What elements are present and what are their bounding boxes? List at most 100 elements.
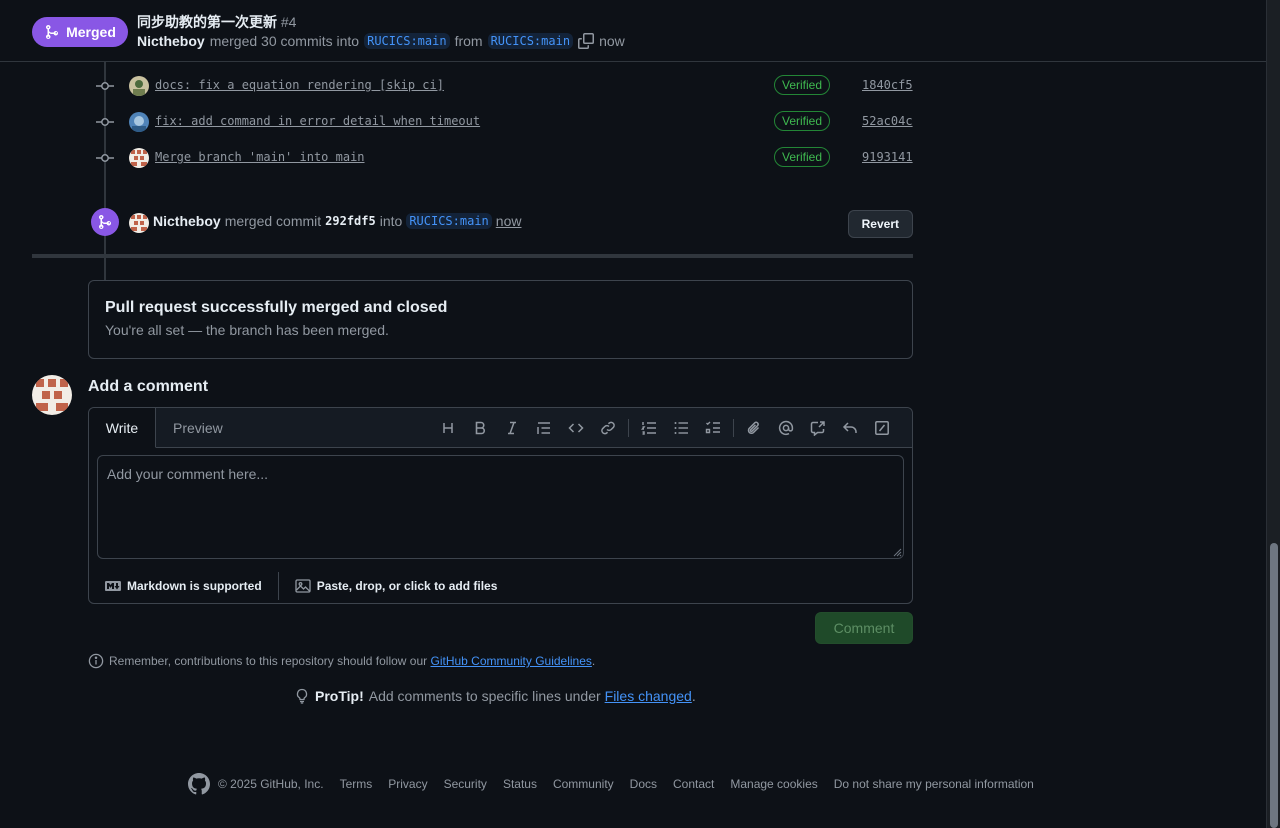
pr-author[interactable]: Nictheboy — [137, 33, 205, 49]
commit-row: Merge branch 'main' into main Verified 9… — [96, 146, 914, 170]
reply-icon[interactable] — [834, 418, 866, 438]
merge-branch[interactable]: RUCICS:main — [406, 213, 492, 229]
guidelines-link[interactable]: GitHub Community Guidelines — [431, 654, 592, 668]
slash-command-icon[interactable] — [866, 418, 898, 438]
footer-link-security[interactable]: Security — [444, 777, 487, 791]
guidelines-text: Remember, contributions to this reposito… — [109, 654, 428, 668]
comment-submit-button[interactable]: Comment — [815, 612, 913, 644]
git-commit-icon — [96, 154, 114, 162]
merge-event-text: Nictheboy merged commit 292fdf5 into RUC… — [153, 213, 521, 229]
git-merge-icon — [91, 208, 119, 236]
link-icon[interactable] — [592, 418, 624, 438]
protip-end: . — [691, 688, 696, 704]
commit-row: fix: add command in error detail when ti… — [96, 110, 914, 134]
light-bulb-icon — [296, 688, 308, 704]
verified-badge[interactable]: Verified — [774, 111, 831, 131]
guidelines-note: Remember, contributions to this reposito… — [88, 653, 595, 669]
commit-row: docs: fix a equation rendering [skip ci]… — [96, 74, 914, 98]
git-commit-icon — [96, 118, 114, 126]
github-logo-icon[interactable] — [188, 773, 210, 795]
merge-commit-sha[interactable]: 292fdf5 — [325, 214, 376, 228]
merge-time[interactable]: now — [496, 213, 522, 229]
resize-grip-icon[interactable] — [892, 547, 902, 557]
verified-badge[interactable]: Verified — [774, 75, 831, 95]
commit-message[interactable]: Merge branch 'main' into main — [155, 150, 365, 164]
merge-text-1: merged commit — [224, 213, 322, 229]
footer-link-manage-cookies[interactable]: Manage cookies — [730, 777, 817, 791]
footer-link-status[interactable]: Status — [503, 777, 537, 791]
avatar[interactable] — [129, 213, 149, 233]
commit-sha[interactable]: 1840cf5 — [862, 78, 913, 92]
tab-preview[interactable]: Preview — [173, 408, 223, 448]
avatar[interactable] — [129, 148, 149, 168]
markdown-icon — [105, 581, 121, 591]
quote-icon[interactable] — [528, 418, 560, 438]
pr-time: now — [599, 33, 625, 49]
pr-meta: Nictheboy merged 30 commits into RUCICS:… — [137, 33, 625, 49]
commit-message[interactable]: docs: fix a equation rendering [skip ci] — [155, 78, 444, 92]
toolbar-divider — [628, 419, 629, 437]
git-merge-icon — [46, 25, 59, 40]
timeline-divider — [32, 254, 913, 258]
footer-link-docs[interactable]: Docs — [630, 777, 657, 791]
merged-status-box: Pull request successfully merged and clo… — [88, 280, 913, 359]
merge-event: Nictheboy merged commit 292fdf5 into RUC… — [91, 208, 913, 238]
merge-author[interactable]: Nictheboy — [153, 213, 221, 229]
footer-link-community[interactable]: Community — [553, 777, 614, 791]
editor-header: Write Preview — [89, 408, 912, 448]
attach-note: Paste, drop, or click to add files — [316, 579, 498, 593]
markdown-supported-link[interactable]: Markdown is supported — [89, 572, 278, 600]
merge-text-2: into — [379, 213, 403, 229]
pr-merged-text: merged 30 commits into — [209, 33, 360, 49]
base-branch[interactable]: RUCICS:main — [364, 33, 450, 49]
scrollbar-thumb[interactable] — [1270, 543, 1278, 828]
task-list-icon[interactable] — [697, 418, 729, 438]
code-icon[interactable] — [560, 418, 592, 438]
avatar[interactable] — [32, 375, 72, 415]
merged-state-label: Merged — [66, 24, 116, 40]
merged-status-title: Pull request successfully merged and clo… — [105, 299, 448, 316]
unordered-list-icon[interactable] — [665, 418, 697, 438]
footer-link-do-not-share[interactable]: Do not share my personal information — [834, 777, 1034, 791]
git-commit-icon — [96, 82, 114, 90]
verified-badge[interactable]: Verified — [774, 147, 831, 167]
mention-icon[interactable] — [770, 418, 802, 438]
cross-reference-icon[interactable] — [802, 418, 834, 438]
pr-title: 同步助教的第一次更新 #4 — [137, 12, 296, 32]
avatar[interactable] — [129, 112, 149, 132]
guidelines-end: . — [591, 654, 596, 668]
footer-link-terms[interactable]: Terms — [340, 777, 373, 791]
footer-link-contact[interactable]: Contact — [673, 777, 714, 791]
from-text: from — [454, 33, 483, 49]
comment-placeholder: Add your comment here... — [107, 466, 269, 482]
heading-icon[interactable] — [432, 418, 464, 438]
scrollbar[interactable] — [1266, 0, 1280, 828]
paperclip-icon[interactable] — [738, 418, 770, 438]
protip-label: ProTip! — [315, 688, 364, 704]
editor-footer: Markdown is supported Paste, drop, or cl… — [89, 568, 912, 604]
pr-title-text: 同步助教的第一次更新 — [137, 14, 277, 30]
avatar[interactable] — [129, 76, 149, 96]
protip-text: Add comments to specific lines under — [368, 688, 601, 704]
toolbar-divider — [733, 419, 734, 437]
markdown-toolbar — [432, 418, 898, 438]
commit-sha[interactable]: 9193141 — [862, 150, 913, 164]
attach-files-button[interactable]: Paste, drop, or click to add files — [279, 572, 514, 600]
merged-status-subtitle: You're all set — the branch has been mer… — [105, 322, 389, 338]
head-branch[interactable]: RUCICS:main — [487, 33, 574, 49]
ordered-list-icon[interactable] — [633, 418, 665, 438]
footer-link-privacy[interactable]: Privacy — [388, 777, 427, 791]
commit-sha[interactable]: 52ac04c — [862, 114, 913, 128]
bold-icon[interactable] — [464, 418, 496, 438]
copy-icon[interactable] — [578, 33, 595, 49]
commit-message[interactable]: fix: add command in error detail when ti… — [155, 114, 480, 128]
files-changed-link[interactable]: Files changed — [605, 688, 692, 704]
tab-write[interactable]: Write — [89, 408, 156, 448]
italic-icon[interactable] — [496, 418, 528, 438]
sticky-header: Merged 同步助教的第一次更新 #4 Nictheboy merged 30… — [0, 0, 1266, 62]
revert-button[interactable]: Revert — [847, 210, 913, 238]
markdown-note: Markdown is supported — [127, 579, 262, 593]
comment-textarea[interactable]: Add your comment here... — [97, 455, 904, 559]
page-footer: © 2025 GitHub, Inc. Terms Privacy Securi… — [188, 772, 1050, 796]
timeline-line — [104, 258, 106, 280]
